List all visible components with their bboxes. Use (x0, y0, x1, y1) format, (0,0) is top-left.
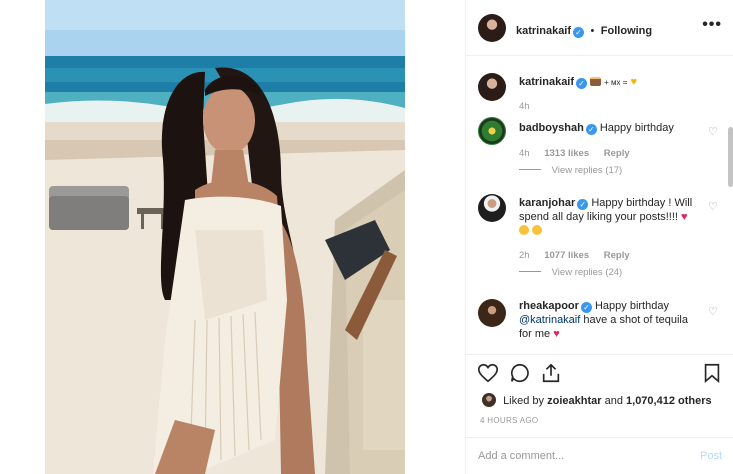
caption-meta: 4h (519, 101, 542, 112)
cake-emoji-icon (590, 77, 602, 86)
red-heart-emoji-icon: ♥ (681, 211, 688, 223)
scrollbar[interactable] (728, 127, 733, 187)
comment-likes[interactable]: 1077 likes (544, 250, 589, 261)
caption-text: katrinakaif ✓ + мх = ♥ (519, 75, 699, 90)
comment-text: badboyshah ✓ Happy birthday (519, 121, 699, 135)
grinning-emoji-icon (532, 225, 543, 235)
following-button[interactable]: Following (601, 25, 652, 37)
separator-dot: • (590, 25, 595, 37)
author-avatar[interactable] (478, 14, 506, 42)
comment-username[interactable]: karanjohar (519, 197, 575, 209)
comment-time: 2h (519, 250, 530, 261)
comments-list[interactable]: katrinakaif ✓ + мх = ♥ 4h badboyshah ✓ Hap… (466, 57, 733, 355)
comment-body: Happy birthday (594, 300, 669, 312)
caption-avatar[interactable] (478, 73, 506, 101)
action-bar (466, 360, 733, 390)
verified-badge-icon: ✓ (577, 199, 589, 210)
author-info: katrinakaif ✓ • Following (516, 21, 652, 39)
yellow-heart-emoji-icon: ♥ (630, 76, 638, 88)
caption-mx-text: + мх = (604, 78, 628, 87)
comment-username[interactable]: rheakapoor (519, 300, 579, 312)
caption-username[interactable]: katrinakaif (519, 76, 574, 88)
post-timestamp[interactable]: 4 HOURS AGO (480, 416, 538, 425)
add-comment-input[interactable] (478, 450, 678, 462)
post-side-panel: katrinakaif ✓ • Following ••• katrinakaif… (465, 0, 733, 474)
likes-summary: Liked by zoieakhtar and 1,070,412 others (482, 393, 712, 407)
verified-badge-icon: ✓ (585, 124, 597, 135)
comment-like-heart-icon[interactable]: ♡ (708, 305, 718, 318)
post-header: katrinakaif ✓ • Following ••• (466, 0, 733, 56)
comment-icon[interactable] (509, 362, 531, 384)
verified-badge-icon: ✓ (573, 27, 585, 38)
comment-like-heart-icon[interactable]: ♡ (708, 200, 718, 213)
view-replies-button[interactable]: View replies (24) (519, 267, 623, 278)
post-button[interactable]: Post (700, 450, 722, 462)
likes-middle: and (604, 395, 623, 407)
reply-button[interactable]: Reply (604, 250, 630, 261)
liker-username[interactable]: zoieakhtar (547, 395, 601, 407)
mention-link[interactable]: @katrinakaif (519, 314, 580, 326)
comment-like-heart-icon[interactable]: ♡ (708, 125, 718, 138)
comment-likes[interactable]: 1313 likes (544, 148, 589, 159)
add-comment-bar: Post (466, 437, 733, 474)
comment-time: 4h (519, 148, 530, 159)
comment-meta: 2h 1077 likes Reply (519, 250, 630, 261)
red-heart-emoji-icon: ♥ (553, 328, 560, 340)
reply-button[interactable]: Reply (604, 148, 630, 159)
comment-text: rheakapoor ✓ Happy birthday @katrinakaif … (519, 299, 699, 341)
likes-prefix: Liked by (503, 395, 545, 407)
view-replies-button[interactable]: View replies (17) (519, 165, 623, 176)
commenter-avatar[interactable] (478, 194, 506, 222)
grinning-emoji-icon (519, 225, 529, 235)
verified-badge-icon: ✓ (580, 302, 592, 313)
verified-badge-icon: ✓ (576, 78, 588, 89)
heart-icon[interactable] (477, 362, 499, 384)
caption-time: 4h (519, 101, 530, 112)
commenter-avatar[interactable] (478, 117, 506, 145)
more-icon[interactable]: ••• (702, 16, 722, 34)
bookmark-icon[interactable] (701, 362, 723, 384)
share-icon[interactable] (540, 362, 562, 384)
view-replies-label: View replies (17) (551, 165, 623, 176)
commenter-avatar[interactable] (478, 299, 506, 327)
view-replies-label: View replies (24) (551, 267, 623, 278)
liker-avatar[interactable] (482, 393, 496, 407)
comment-meta: 4h 1313 likes Reply (519, 148, 630, 159)
comment-body: Happy birthday (599, 122, 674, 134)
comment-username[interactable]: badboyshah (519, 122, 584, 134)
author-username[interactable]: katrinakaif (516, 25, 571, 37)
comment-text: karanjohar ✓ Happy birthday ! Will spend … (519, 196, 699, 238)
likes-count[interactable]: 1,070,412 others (626, 395, 712, 407)
post-photo[interactable] (45, 0, 405, 474)
